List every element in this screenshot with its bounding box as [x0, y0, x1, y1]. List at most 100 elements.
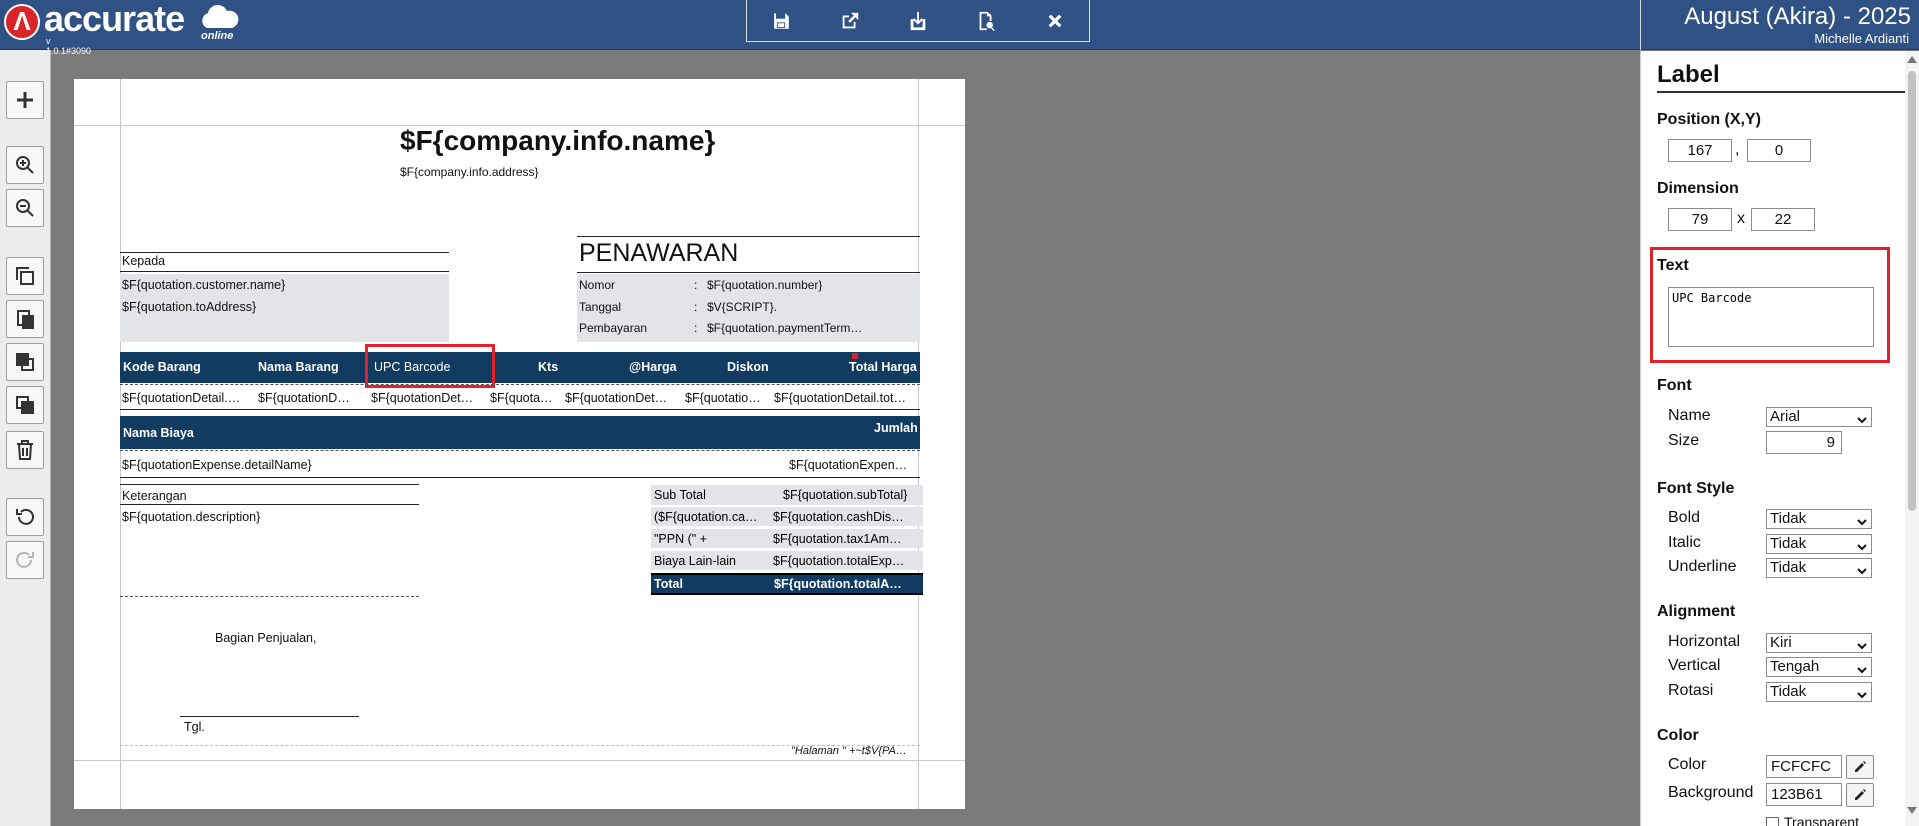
summary-label: Sub Total: [654, 488, 706, 502]
col-nama-barang[interactable]: Nama Barang: [258, 360, 339, 374]
col-jumlah[interactable]: Jumlah: [874, 421, 918, 435]
bold-value: Tidak: [1770, 510, 1807, 527]
dimension-section-label: Dimension: [1657, 180, 1739, 197]
col-kts[interactable]: Kts: [538, 360, 558, 374]
cell-kode-barang[interactable]: $F{quotationDetail.…: [122, 391, 252, 405]
scroll-down-arrow-icon[interactable]: [1907, 807, 1917, 814]
vertical-select[interactable]: Tengah: [1766, 657, 1872, 677]
scroll-up-arrow-icon[interactable]: [1907, 56, 1917, 63]
detail-top-line: [120, 384, 920, 385]
color-input[interactable]: [1766, 755, 1842, 778]
send-to-back-button[interactable]: [6, 386, 44, 424]
col-nama-biaya[interactable]: Nama Biaya: [123, 426, 194, 440]
font-size-input[interactable]: [1766, 431, 1842, 454]
close-button[interactable]: [1035, 3, 1075, 39]
summary-row[interactable]: ($F{quotation.ca… $F{quotation.cashDis…: [651, 507, 923, 526]
company-name-field[interactable]: $F{company.info.name}: [400, 125, 715, 157]
add-element-button[interactable]: [6, 81, 44, 119]
pembayaran-colon: :: [694, 321, 698, 335]
tanggal-label[interactable]: Tanggal: [579, 300, 621, 314]
col-harga[interactable]: @Harga: [629, 360, 677, 374]
transparent-checkbox[interactable]: [1766, 817, 1779, 826]
save-button[interactable]: [761, 3, 801, 39]
import-button[interactable]: [898, 3, 938, 39]
font-size-label: Size: [1668, 432, 1700, 449]
dimension-width-input[interactable]: [1668, 208, 1732, 231]
cell-harga[interactable]: $F{quotationDet…: [565, 391, 680, 405]
preview-button[interactable]: [966, 3, 1006, 39]
report-page[interactable]: $F{company.info.name} $F{company.info.ad…: [74, 79, 965, 809]
zoom-out-button[interactable]: [6, 189, 44, 227]
summary-row[interactable]: Biaya Lain-lain $F{quotation.totalExp…: [651, 551, 923, 570]
col-total-harga[interactable]: Total Harga: [849, 360, 917, 374]
dimension-height-input[interactable]: [1751, 208, 1815, 231]
expense-amount-field[interactable]: $F{quotationExpen…: [789, 458, 919, 472]
color-picker-button[interactable]: [1846, 755, 1874, 779]
font-name-select[interactable]: Arial: [1766, 407, 1872, 427]
italic-select[interactable]: Tidak: [1766, 534, 1872, 554]
position-x-input[interactable]: [1668, 139, 1732, 162]
tgl-label[interactable]: Tgl.: [184, 720, 205, 734]
keterangan-label[interactable]: Keterangan: [122, 489, 187, 503]
pembayaran-value[interactable]: $F{quotation.paymentTerm…: [707, 321, 918, 335]
header-period-block: August (Akira) - 2025 Michelle Ardianti: [1640, 0, 1919, 50]
doc-title[interactable]: PENAWARAN: [579, 239, 738, 268]
resize-handle[interactable]: [852, 353, 858, 359]
customer-name-field[interactable]: $F{quotation.customer.name}: [122, 278, 285, 292]
tanggal-value[interactable]: $V{SCRIPT}.: [707, 300, 777, 314]
rotasi-select[interactable]: Tidak: [1766, 682, 1872, 702]
zoom-in-button[interactable]: [6, 146, 44, 184]
rotasi-value: Tidak: [1770, 683, 1807, 700]
bring-to-front-button[interactable]: [6, 343, 44, 381]
kepada-top-line: [120, 252, 449, 253]
background-color-input[interactable]: [1766, 783, 1842, 806]
top-toolbar: [746, 0, 1090, 42]
summary-row[interactable]: Sub Total $F{quotation.subTotal}: [651, 485, 923, 505]
user-name[interactable]: Michelle Ardianti: [1814, 31, 1909, 46]
nomor-value[interactable]: $F{quotation.number}: [707, 278, 822, 292]
total-value[interactable]: $F{quotation.totalA…: [774, 577, 921, 591]
page-number-field[interactable]: "Halaman " +~t$V{PA…: [791, 745, 919, 757]
expense-bottom-line: [120, 477, 920, 478]
chevron-down-icon: [1857, 412, 1867, 424]
total-label[interactable]: Total: [654, 577, 683, 591]
logo-mark-icon: Λ: [4, 4, 40, 40]
description-field[interactable]: $F{quotation.description}: [122, 510, 260, 524]
position-y-input[interactable]: [1747, 139, 1811, 162]
export-button[interactable]: [830, 3, 870, 39]
cell-total-harga[interactable]: $F{quotationDetail.tot…: [774, 391, 920, 405]
to-address-field[interactable]: $F{quotation.toAddress}: [122, 300, 256, 314]
summary-value: $F{quotation.tax1Am…: [773, 532, 902, 546]
panel-scrollbar[interactable]: [1905, 51, 1919, 826]
expense-name-field[interactable]: $F{quotationExpense.detailName}: [122, 458, 312, 472]
color-field-label: Color: [1668, 756, 1707, 773]
delete-button[interactable]: [6, 431, 44, 469]
summary-row[interactable]: "PPN (" + $F{quotation.tax1Am…: [651, 529, 923, 548]
paste-button[interactable]: [6, 300, 44, 338]
undo-button[interactable]: [6, 498, 44, 536]
cell-nama-barang[interactable]: $F{quotationD…: [258, 391, 366, 405]
send-back-icon: [16, 396, 34, 414]
cell-upc-barcode[interactable]: $F{quotationDet…: [371, 391, 486, 405]
italic-label: Italic: [1668, 534, 1701, 551]
redo-button[interactable]: [6, 541, 44, 579]
col-diskon[interactable]: Diskon: [727, 360, 769, 374]
period-title[interactable]: August (Akira) - 2025: [1684, 3, 1911, 31]
company-address-field[interactable]: $F{company.info.address}: [400, 165, 539, 179]
copy-button[interactable]: [6, 257, 44, 295]
horizontal-select[interactable]: Kiri: [1766, 633, 1872, 653]
kepada-label[interactable]: Kepada: [122, 254, 165, 268]
vertical-value: Tengah: [1770, 658, 1820, 675]
underline-select[interactable]: Tidak: [1766, 558, 1872, 578]
bagian-penjualan-label[interactable]: Bagian Penjualan,: [215, 631, 316, 645]
scroll-thumb[interactable]: [1908, 71, 1916, 511]
background-picker-button[interactable]: [1846, 783, 1874, 807]
app-header: Λ accurate online v 1.0.1#3090 August (A…: [0, 0, 1919, 56]
nomor-label[interactable]: Nomor: [579, 278, 615, 292]
pembayaran-label[interactable]: Pembayaran: [579, 321, 647, 335]
col-kode-barang[interactable]: Kode Barang: [123, 360, 201, 374]
text-input[interactable]: UPC Barcode: [1668, 287, 1874, 347]
cell-kts[interactable]: $F{quota…: [490, 391, 562, 405]
cell-diskon[interactable]: $F{quotatio…: [685, 391, 768, 405]
bold-select[interactable]: Tidak: [1766, 509, 1872, 529]
